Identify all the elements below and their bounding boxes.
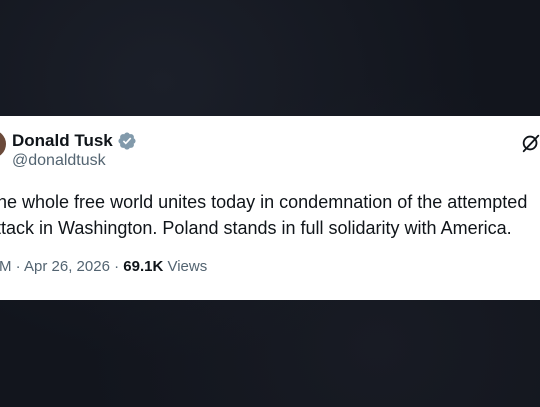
- views-count[interactable]: 69.1K: [123, 258, 163, 275]
- tweet-date[interactable]: Apr 26, 2026: [24, 258, 110, 275]
- author-name[interactable]: Donald Tusk: [12, 131, 113, 151]
- grok-icon[interactable]: [520, 132, 540, 154]
- tweet-text: The whole free world unites today in con…: [0, 189, 540, 241]
- author-handle[interactable]: @donaldtusk: [12, 152, 106, 170]
- views-label: Views: [167, 258, 208, 275]
- meta-separator-2: ·: [114, 258, 120, 275]
- tweet-time[interactable]: AM: [0, 258, 12, 275]
- meta-separator-1: ·: [15, 258, 21, 275]
- verified-badge-icon: [118, 132, 136, 150]
- tweet-text-line-1: The whole free world unites today in con…: [0, 192, 528, 212]
- tweet-text-line-2: attack in Washington. Poland stands in f…: [0, 218, 512, 238]
- author-name-row: Donald Tusk: [12, 130, 137, 152]
- tweet-meta: AM · Apr 26, 2026 · 69.1K Views: [0, 258, 207, 275]
